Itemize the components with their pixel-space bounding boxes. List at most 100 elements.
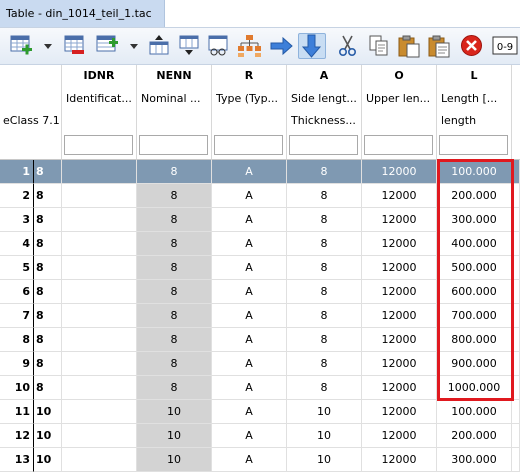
chevron-down-icon[interactable] — [44, 44, 52, 49]
cell-overflow[interactable] — [512, 232, 520, 256]
cell-a[interactable]: 8 — [287, 208, 362, 232]
row-number[interactable]: 2 — [0, 184, 34, 208]
cell-l[interactable]: 300.000 — [437, 448, 512, 472]
filter-input-nenn[interactable] — [139, 135, 208, 155]
cell-r[interactable]: A — [212, 400, 287, 424]
paste-special-button[interactable] — [426, 33, 454, 59]
cell-o[interactable]: 12000 — [362, 232, 437, 256]
cell-ec[interactable]: 8 — [34, 232, 62, 256]
table-row[interactable]: 12 10 10 A 10 12000 200.000 — [0, 424, 520, 448]
cell-overflow[interactable] — [512, 448, 520, 472]
cell-nenn[interactable]: 8 — [137, 184, 212, 208]
cell-overflow[interactable] — [512, 376, 520, 400]
cell-idnr[interactable] — [62, 280, 137, 304]
row-number[interactable]: 5 — [0, 256, 34, 280]
table-row[interactable]: 7 8 8 A 8 12000 700.000 — [0, 304, 520, 328]
cell-nenn[interactable]: 8 — [137, 208, 212, 232]
cell-o[interactable]: 12000 — [362, 376, 437, 400]
filter-input-idnr[interactable] — [64, 135, 133, 155]
cell-a[interactable]: 8 — [287, 256, 362, 280]
cell-ec[interactable]: 8 — [34, 304, 62, 328]
cell-overflow[interactable] — [512, 184, 520, 208]
cell-ec[interactable]: 8 — [34, 376, 62, 400]
cell-a[interactable]: 8 — [287, 160, 362, 184]
cell-o[interactable]: 12000 — [362, 160, 437, 184]
cell-ec[interactable]: 10 — [34, 400, 62, 424]
arrow-right-button[interactable] — [268, 33, 296, 59]
cell-r[interactable]: A — [212, 232, 287, 256]
cell-r[interactable]: A — [212, 184, 287, 208]
table-row[interactable]: 11 10 10 A 10 12000 100.000 — [0, 400, 520, 424]
cell-r[interactable]: A — [212, 328, 287, 352]
cell-nenn[interactable]: 8 — [137, 376, 212, 400]
table-row[interactable]: 10 8 8 A 8 12000 1000.000 — [0, 376, 520, 400]
cell-l[interactable]: 100.000 — [437, 160, 512, 184]
row-number[interactable]: 12 — [0, 424, 34, 448]
cell-r[interactable]: A — [212, 160, 287, 184]
cell-overflow[interactable] — [512, 352, 520, 376]
cell-idnr[interactable] — [62, 232, 137, 256]
cell-ec[interactable]: 8 — [34, 160, 62, 184]
table-row[interactable]: 5 8 8 A 8 12000 500.000 — [0, 256, 520, 280]
cell-overflow[interactable] — [512, 280, 520, 304]
cell-l[interactable]: 700.000 — [437, 304, 512, 328]
cell-idnr[interactable] — [62, 376, 137, 400]
row-number[interactable]: 11 — [0, 400, 34, 424]
cell-o[interactable]: 12000 — [362, 208, 437, 232]
row-number[interactable]: 13 — [0, 448, 34, 472]
cell-a[interactable]: 8 — [287, 232, 362, 256]
cell-l[interactable]: 600.000 — [437, 280, 512, 304]
cell-overflow[interactable] — [512, 304, 520, 328]
cell-ec[interactable]: 10 — [34, 448, 62, 472]
cell-nenn[interactable]: 10 — [137, 424, 212, 448]
cell-idnr[interactable] — [62, 400, 137, 424]
cell-idnr[interactable] — [62, 256, 137, 280]
cell-nenn[interactable]: 10 — [137, 448, 212, 472]
table-row[interactable]: 1 8 8 A 8 12000 100.000 — [0, 160, 520, 184]
cell-a[interactable]: 10 — [287, 400, 362, 424]
cell-overflow[interactable] — [512, 328, 520, 352]
hierarchy-button[interactable] — [236, 33, 264, 59]
filter-input-o[interactable] — [364, 135, 433, 155]
cell-o[interactable]: 12000 — [362, 400, 437, 424]
cell-ec[interactable]: 8 — [34, 328, 62, 352]
column-header-nenn[interactable]: NENN Nominal ... — [137, 65, 212, 160]
cell-o[interactable]: 12000 — [362, 328, 437, 352]
cell-nenn[interactable]: 8 — [137, 232, 212, 256]
cell-idnr[interactable] — [62, 448, 137, 472]
fill-down-button[interactable] — [298, 33, 326, 59]
cell-l[interactable]: 1000.000 — [437, 376, 512, 400]
cell-r[interactable]: A — [212, 352, 287, 376]
cell-a[interactable]: 8 — [287, 376, 362, 400]
filter-input-r[interactable] — [214, 135, 283, 155]
cell-ec[interactable]: 8 — [34, 352, 62, 376]
cell-a[interactable]: 10 — [287, 448, 362, 472]
column-header-idnr[interactable]: IDNR Identificat... — [62, 65, 137, 160]
cell-a[interactable]: 8 — [287, 184, 362, 208]
cell-r[interactable]: A — [212, 208, 287, 232]
add-rows-button[interactable] — [8, 33, 36, 59]
insert-above-button[interactable] — [146, 33, 174, 59]
chevron-down-icon[interactable] — [130, 44, 138, 49]
cell-l[interactable]: 200.000 — [437, 424, 512, 448]
cell-r[interactable]: A — [212, 304, 287, 328]
cell-a[interactable]: 10 — [287, 424, 362, 448]
copy-button[interactable] — [366, 33, 394, 59]
cell-l[interactable]: 800.000 — [437, 328, 512, 352]
cell-idnr[interactable] — [62, 184, 137, 208]
cell-idnr[interactable] — [62, 304, 137, 328]
cell-ec[interactable]: 8 — [34, 208, 62, 232]
table-row[interactable]: 13 10 10 A 10 12000 300.000 — [0, 448, 520, 472]
row-number[interactable]: 1 — [0, 160, 34, 184]
cell-r[interactable]: A — [212, 376, 287, 400]
cell-ec[interactable]: 8 — [34, 184, 62, 208]
table-row[interactable]: 2 8 8 A 8 12000 200.000 — [0, 184, 520, 208]
row-number[interactable]: 6 — [0, 280, 34, 304]
cell-ec[interactable]: 8 — [34, 280, 62, 304]
cell-nenn[interactable]: 8 — [137, 328, 212, 352]
insert-rows-button[interactable] — [94, 33, 122, 59]
cell-idnr[interactable] — [62, 328, 137, 352]
row-number[interactable]: 3 — [0, 208, 34, 232]
column-header-r[interactable]: R Type (Typ... — [212, 65, 287, 160]
cell-a[interactable]: 8 — [287, 328, 362, 352]
